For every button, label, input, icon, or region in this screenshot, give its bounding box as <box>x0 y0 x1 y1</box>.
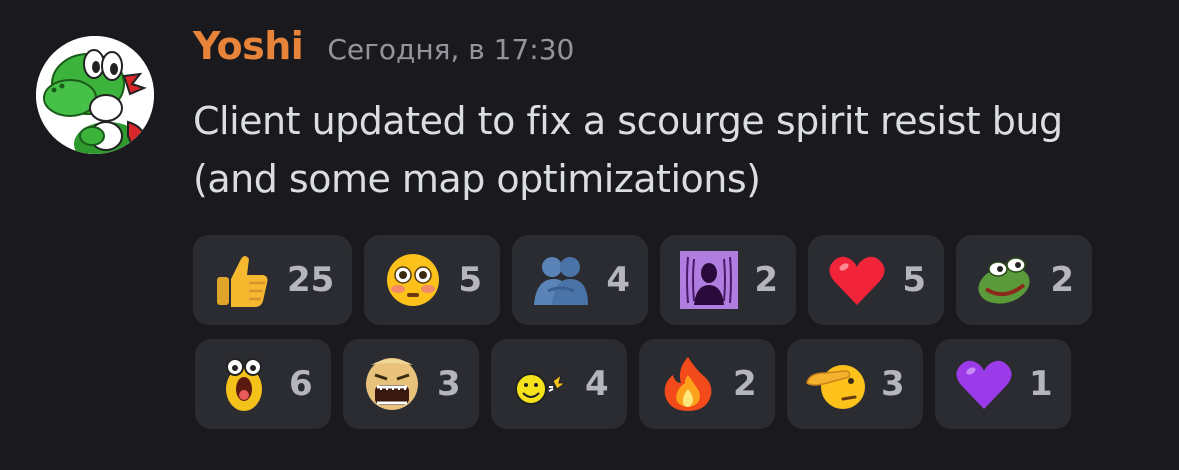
reaction-count: 4 <box>606 260 630 300</box>
purple-ghost-icon <box>678 249 740 311</box>
reaction-count: 2 <box>1050 260 1074 300</box>
reaction-count: 5 <box>902 260 926 300</box>
reaction-count: 2 <box>754 260 778 300</box>
message-text: Client updated to fix a scourge spirit r… <box>193 99 1063 201</box>
reaction-count: 4 <box>585 364 609 404</box>
thumbs-up-icon <box>211 249 273 311</box>
reaction-fire[interactable]: 2 <box>639 339 775 429</box>
reactions-row-1: 25 5 4 2 5 2 <box>193 235 1153 325</box>
flushed-face-icon <box>382 249 444 311</box>
reactions-bar: 25 5 4 2 5 2 6 3 4 2 3 1 <box>193 235 1153 443</box>
reaction-screaming-egg[interactable]: 6 <box>195 339 331 429</box>
timestamp: Сегодня, в 17:30 <box>327 33 575 66</box>
fire-icon <box>657 353 719 415</box>
reaction-red-heart[interactable]: 5 <box>808 235 945 325</box>
purple-heart-icon <box>953 353 1015 415</box>
reaction-count: 5 <box>458 260 482 300</box>
yoshi-avatar-icon[interactable] <box>36 36 154 154</box>
reaction-thumbs-up[interactable]: 25 <box>193 235 353 325</box>
reaction-count: 3 <box>881 364 905 404</box>
pepe-frog-icon <box>974 249 1036 311</box>
reaction-count: 2 <box>733 364 757 404</box>
username[interactable]: Yoshi <box>193 24 304 68</box>
screaming-face-icon <box>361 353 423 415</box>
smiley-wave-icon <box>509 353 571 415</box>
reaction-count: 25 <box>287 260 335 300</box>
chat-message: Yoshi Сегодня, в 17:30 Client updated to… <box>0 0 1179 470</box>
red-heart-icon <box>826 249 888 311</box>
reaction-pepe-frog[interactable]: 2 <box>956 235 1093 325</box>
reaction-count: 6 <box>289 364 313 404</box>
reaction-count: 1 <box>1029 364 1053 404</box>
saluting-face-icon <box>805 353 867 415</box>
reaction-smiley-wave[interactable]: 4 <box>491 339 627 429</box>
reaction-screaming-face[interactable]: 3 <box>343 339 479 429</box>
reactions-row-2: 6 3 4 2 3 1 <box>195 339 1153 429</box>
hugging-people-icon <box>530 249 592 311</box>
reaction-purple-heart[interactable]: 1 <box>935 339 1071 429</box>
reaction-saluting-face[interactable]: 3 <box>787 339 923 429</box>
message-header: Yoshi Сегодня, в 17:30 <box>193 24 574 68</box>
screaming-egg-icon <box>213 353 275 415</box>
reaction-flushed[interactable]: 5 <box>364 235 501 325</box>
reaction-purple-ghost[interactable]: 2 <box>660 235 797 325</box>
reaction-hugging-people[interactable]: 4 <box>512 235 649 325</box>
reaction-count: 3 <box>437 364 461 404</box>
